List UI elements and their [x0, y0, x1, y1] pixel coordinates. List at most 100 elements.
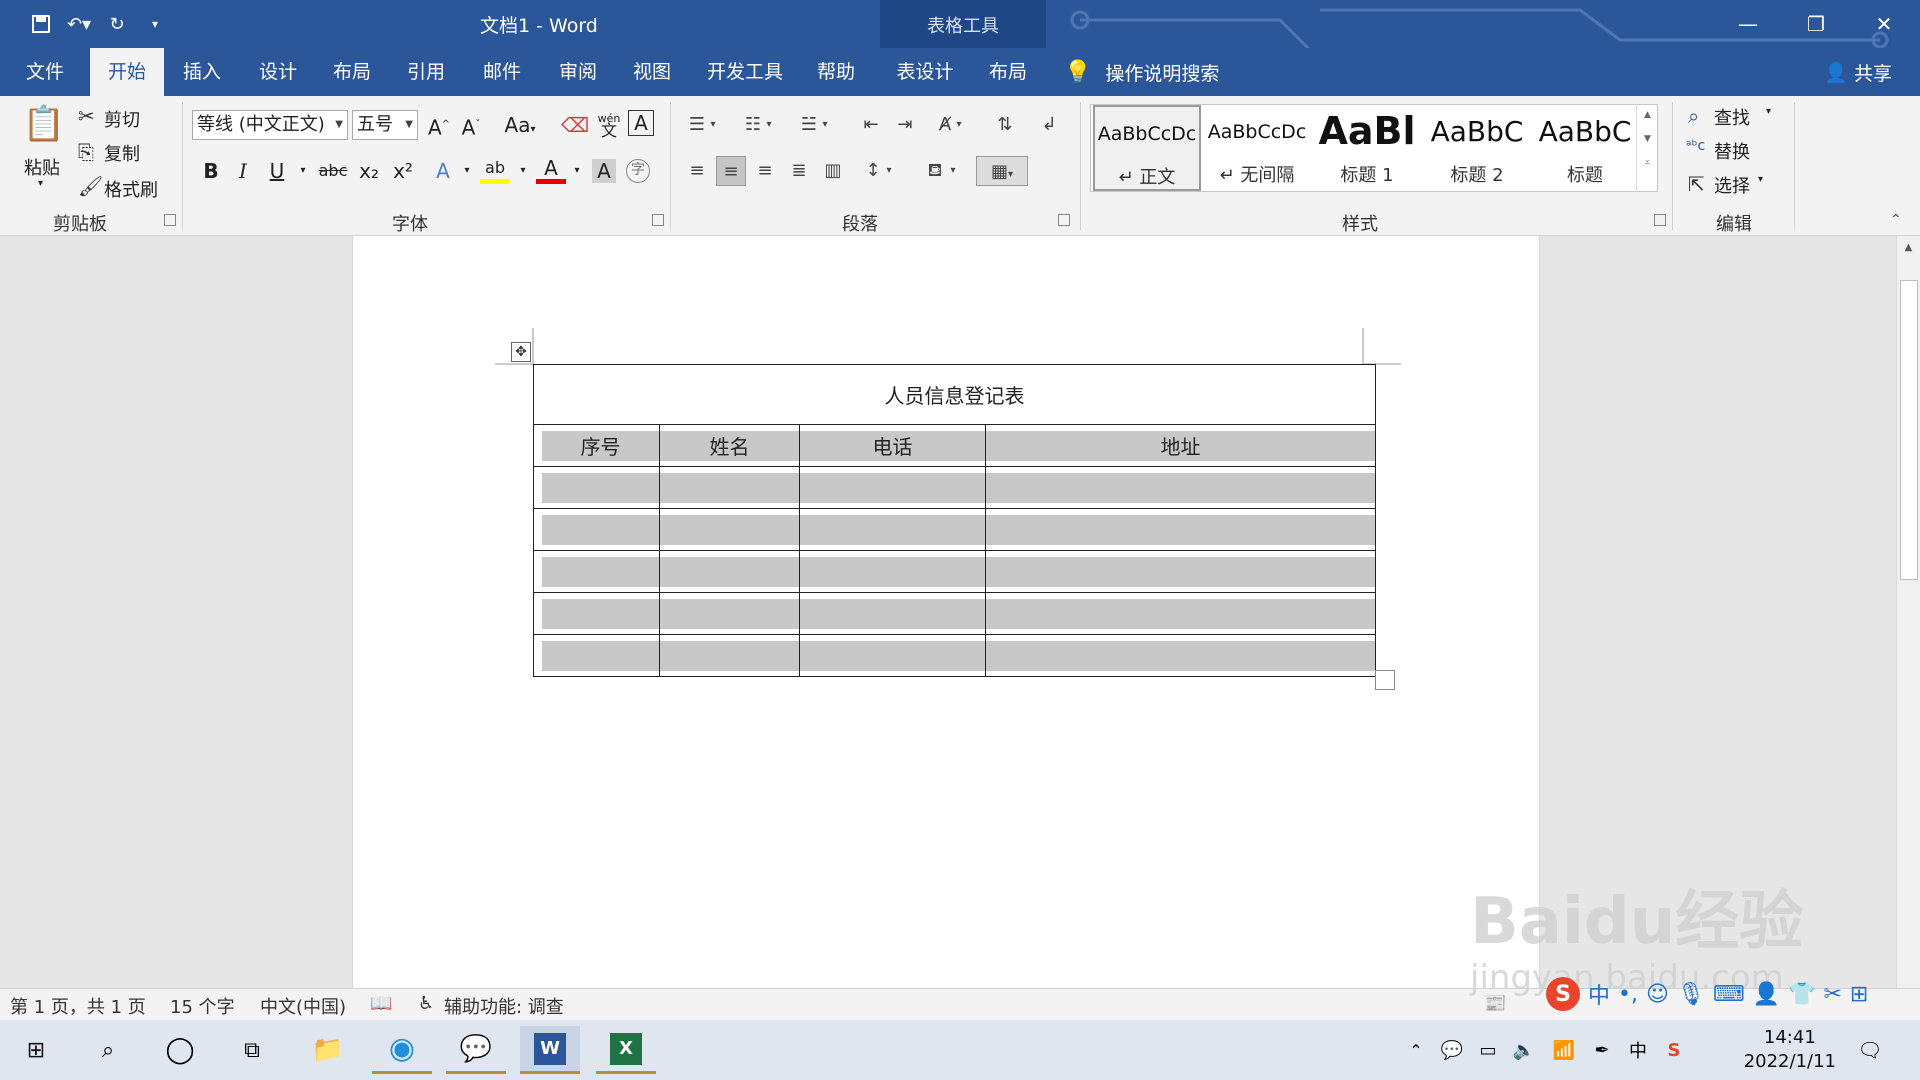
battery-icon[interactable]: ▭ — [1470, 1026, 1506, 1074]
table-cell[interactable] — [799, 592, 986, 635]
table-cell[interactable] — [659, 634, 800, 677]
clear-formatting-icon[interactable]: ⌫ — [560, 110, 590, 140]
phonetic-guide-button[interactable]: wén 文 — [594, 110, 624, 140]
table-cell[interactable] — [533, 634, 660, 677]
sort-icon[interactable]: ⇅ — [990, 110, 1020, 140]
paste-clipboard-icon[interactable]: 📋 — [22, 104, 66, 148]
paste-button[interactable]: 粘贴 — [24, 154, 60, 180]
table-cell[interactable] — [985, 592, 1376, 635]
tab-references[interactable]: 引用 — [394, 48, 458, 96]
table-header-cell[interactable]: 序号 — [533, 424, 660, 467]
text-direction-dropdown-icon[interactable]: ▾ — [952, 110, 966, 140]
character-border-button[interactable]: A — [628, 110, 654, 136]
font-size-combo[interactable]: 五号 ▼ — [352, 110, 418, 140]
wifi-icon[interactable]: 📶 — [1546, 1026, 1582, 1074]
page-count[interactable]: 第 1 页，共 1 页 — [10, 993, 146, 1019]
grid-menu-icon[interactable]: ⊞ — [1850, 982, 1868, 1007]
select-cursor-icon[interactable]: ⇱ — [1688, 172, 1705, 196]
table-resize-handle[interactable] — [1375, 670, 1395, 690]
line-spacing-dropdown-icon[interactable]: ▾ — [882, 156, 896, 186]
table-header-cell[interactable]: 地址 — [985, 424, 1376, 467]
style-title[interactable]: AaBbC 标题 — [1531, 105, 1639, 191]
language-status[interactable]: 中文(中国) — [260, 993, 346, 1019]
table-cell[interactable] — [799, 466, 986, 509]
shrink-font-button[interactable]: Aˇ — [456, 110, 486, 140]
table-cell[interactable] — [659, 592, 800, 635]
save-icon[interactable] — [22, 10, 60, 38]
replace-button[interactable]: 替换 — [1714, 138, 1750, 164]
gallery-up-icon[interactable]: ▲ — [1637, 110, 1658, 120]
tab-design[interactable]: 设计 — [246, 48, 310, 96]
styles-gallery-scroll[interactable]: ▲ ▼ ⩡ — [1636, 104, 1658, 192]
highlight-button[interactable]: ab — [480, 156, 510, 184]
increase-indent-icon[interactable]: ⇥ — [890, 110, 920, 140]
format-painter-icon[interactable]: 🖌 — [78, 174, 103, 198]
table-cell[interactable] — [799, 550, 986, 593]
paragraph-launcher-icon[interactable] — [1058, 214, 1070, 226]
grow-font-button[interactable]: A^ — [424, 110, 454, 140]
table-cell[interactable] — [533, 466, 660, 509]
table-header-cell[interactable]: 姓名 — [659, 424, 800, 467]
windows-start-icon[interactable]: ⊞ — [6, 1026, 66, 1074]
table-cell[interactable] — [799, 508, 986, 551]
italic-button[interactable]: I — [228, 156, 258, 186]
tray-ime-indicator[interactable]: 中 — [1620, 1026, 1656, 1074]
wechat-icon[interactable]: 💬 — [446, 1026, 506, 1074]
align-center-icon[interactable]: ≡ — [716, 156, 746, 186]
font-launcher-icon[interactable] — [652, 214, 664, 226]
replace-icon[interactable]: ᵃᵇc — [1686, 138, 1705, 154]
align-right-icon[interactable]: ≡ — [750, 156, 780, 186]
table-cell[interactable] — [985, 508, 1376, 551]
pen-icon[interactable]: ✒ — [1584, 1026, 1620, 1074]
show-formatting-icon[interactable]: ↲ — [1034, 110, 1064, 140]
keyboard-icon[interactable]: ⌨ — [1713, 982, 1745, 1007]
style-heading-1[interactable]: AaBl 标题 1 — [1313, 105, 1421, 191]
numbering-dropdown-icon[interactable]: ▾ — [762, 110, 776, 140]
table-cell[interactable] — [533, 592, 660, 635]
table-cell[interactable] — [799, 634, 986, 677]
system-clock[interactable]: 14:41 2022/1/11 — [1744, 1026, 1836, 1074]
excel-app-icon[interactable]: X — [596, 1026, 656, 1074]
change-case-button[interactable]: Aa▾ — [498, 110, 542, 140]
table-cell[interactable] — [659, 508, 800, 551]
text-effects-dropdown-icon[interactable]: ▾ — [452, 156, 482, 186]
underline-dropdown-icon[interactable]: ▾ — [288, 156, 318, 186]
font-family-combo[interactable]: 等线 (中文正文) ▼ — [192, 110, 348, 140]
table-cell[interactable] — [985, 550, 1376, 593]
table-cell[interactable] — [985, 634, 1376, 677]
tab-developer[interactable]: 开发工具 — [700, 48, 790, 96]
copy-button[interactable]: 复制 — [104, 140, 140, 166]
table-cell[interactable] — [533, 550, 660, 593]
clipboard-launcher-icon[interactable] — [164, 214, 176, 226]
task-view-icon[interactable]: ⧉ — [222, 1026, 282, 1074]
tab-help[interactable]: 帮助 — [800, 48, 872, 96]
superscript-button[interactable]: x² — [388, 156, 418, 186]
file-explorer-icon[interactable]: 📁 — [298, 1026, 358, 1074]
tab-table-layout[interactable]: 布局 — [976, 48, 1040, 96]
ime-lang[interactable]: 中 — [1588, 978, 1610, 1010]
tab-home[interactable]: 开始 — [90, 48, 164, 96]
tray-overflow-icon[interactable]: ⌃ — [1398, 1026, 1434, 1074]
shading-dropdown-icon[interactable]: ▾ — [946, 156, 960, 186]
scroll-up-icon[interactable]: ▲ — [1897, 242, 1920, 253]
tab-mailings[interactable]: 邮件 — [470, 48, 534, 96]
tab-view[interactable]: 视图 — [620, 48, 684, 96]
tray-sogou-icon[interactable]: S — [1656, 1026, 1692, 1074]
find-button[interactable]: 查找 — [1714, 104, 1750, 130]
format-painter-button[interactable]: 格式刷 — [104, 176, 158, 202]
character-shading-button[interactable]: A — [592, 159, 616, 183]
find-dropdown-icon[interactable]: ▾ — [1766, 106, 1771, 117]
emoji-icon[interactable]: ☺ — [1646, 982, 1669, 1007]
style-heading-2[interactable]: AaBbC 标题 2 — [1423, 105, 1531, 191]
restore-button[interactable]: ❐ — [1782, 0, 1850, 48]
table-move-handle-icon[interactable]: ✥ — [511, 342, 531, 362]
select-button[interactable]: 选择 — [1714, 172, 1750, 198]
table-cell[interactable] — [659, 550, 800, 593]
user-icon[interactable]: 👤 — [1753, 982, 1780, 1007]
bullets-dropdown-icon[interactable]: ▾ — [706, 110, 720, 140]
search-icon[interactable]: ⌕ — [78, 1026, 138, 1074]
punctuation-icon[interactable]: •, — [1618, 982, 1638, 1007]
accessibility-status[interactable]: 辅助功能: 调查 — [444, 993, 564, 1019]
word-app-icon[interactable]: W — [520, 1026, 580, 1074]
justify-icon[interactable]: ≣ — [784, 156, 814, 186]
